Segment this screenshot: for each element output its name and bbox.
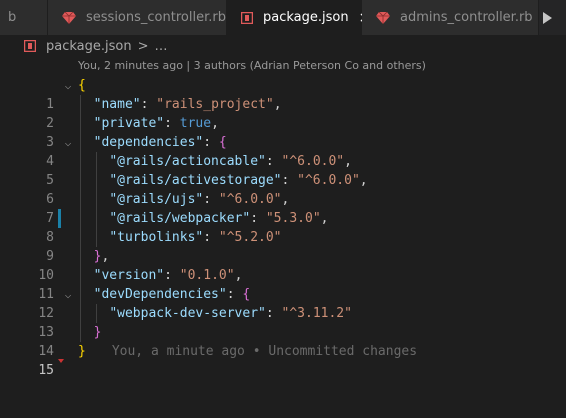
code-line: 4 ⌵ "dependencies": { — [0, 133, 566, 169]
git-modified-indicator[interactable] — [58, 209, 61, 228]
json-value: "^5.2.0" — [218, 230, 282, 245]
json-value: true — [179, 116, 212, 131]
ruby-icon — [376, 11, 390, 24]
breadcrumb-separator: > — [137, 38, 149, 54]
inline-git-blame: You, a minute ago • Uncommitted changes — [111, 344, 418, 359]
code-line: 10 }, — [0, 247, 566, 283]
git-codelens[interactable]: You, 2 minutes ago | 3 authors (Adrian P… — [78, 57, 426, 75]
json-key: "@rails/ujs" — [109, 192, 204, 207]
tab-label: admins_controller.rb — [400, 10, 533, 25]
tab-partial[interactable]: b — [0, 0, 48, 35]
json-icon — [241, 11, 253, 24]
code-line: 7 "@rails/ujs": "^6.0.0", — [0, 190, 566, 226]
editor-tab-bar: b sessions_controller.rb package.json × … — [0, 0, 566, 35]
code-line: 6 "@rails/activestorage": "^6.0.0", — [0, 171, 566, 207]
json-key: "turbolinks" — [109, 230, 204, 245]
chevron-down-icon[interactable]: ⌵ — [62, 133, 74, 152]
code-line: 2 "name": "rails_project", — [0, 95, 566, 131]
tab-sessions-controller[interactable]: sessions_controller.rb — [48, 0, 227, 35]
json-value: "^6.0.0" — [218, 192, 282, 207]
json-value: "rails_project" — [156, 97, 274, 112]
run-icon[interactable] — [543, 11, 552, 24]
code-editor[interactable]: 1 ⌵ { 2 "name": "rails_project", 3 "priv… — [0, 76, 566, 385]
json-key: "@rails/actioncable" — [109, 154, 266, 169]
tab-package-json[interactable]: package.json × — [227, 0, 370, 35]
json-key: "version" — [93, 268, 165, 283]
breadcrumb-file[interactable]: package.json — [46, 39, 132, 54]
code-line: 9 "turbolinks": "^5.2.0" — [0, 228, 566, 264]
code-line: 12 ⌵ "devDependencies": { — [0, 285, 566, 321]
json-value: "5.3.0" — [265, 211, 321, 226]
json-key: "name" — [93, 97, 141, 112]
code-line-current: 15 } You, a minute ago • Uncommitted chan… — [0, 342, 566, 378]
json-icon — [24, 40, 36, 52]
code-line: 11 "version": "0.1.0", — [0, 266, 566, 302]
chevron-down-icon[interactable]: ⌵ — [62, 76, 74, 95]
line-number: 15 — [38, 363, 54, 378]
json-key: "devDependencies" — [93, 287, 227, 302]
tab-label: sessions_controller.rb — [86, 10, 226, 25]
chevron-down-icon[interactable]: ⌵ — [62, 285, 74, 304]
json-key: "dependencies" — [93, 135, 204, 150]
code-line: 13 "webpack-dev-server": "^3.11.2" — [0, 304, 566, 340]
code-line: 5 "@rails/actioncable": "^6.0.0", — [0, 152, 566, 188]
tab-admins-controller[interactable]: admins_controller.rb — [362, 0, 539, 35]
editor-actions — [539, 0, 566, 35]
code-line: 3 "private": true, — [0, 114, 566, 150]
cursor-indicator — [58, 359, 64, 363]
json-key: "private" — [93, 116, 165, 131]
tab-label: b — [8, 10, 17, 25]
code-line: 14 } — [0, 323, 566, 359]
json-key: "@rails/webpacker" — [109, 211, 251, 226]
json-value: "^3.11.2" — [281, 306, 352, 321]
tab-label: package.json — [263, 10, 349, 25]
breadcrumb-more[interactable]: … — [155, 39, 168, 54]
breadcrumb: package.json > … — [0, 35, 566, 57]
json-value: "^6.0.0" — [281, 154, 345, 169]
ruby-icon — [62, 11, 76, 24]
json-value: "^6.0.0" — [297, 173, 360, 188]
code-line: 8 "@rails/webpacker": "5.3.0", — [0, 209, 566, 245]
code-line: 1 ⌵ { — [0, 76, 566, 112]
json-key: "@rails/activestorage" — [109, 173, 282, 188]
json-key: "webpack-dev-server" — [109, 306, 266, 321]
json-value: "0.1.0" — [179, 268, 235, 283]
